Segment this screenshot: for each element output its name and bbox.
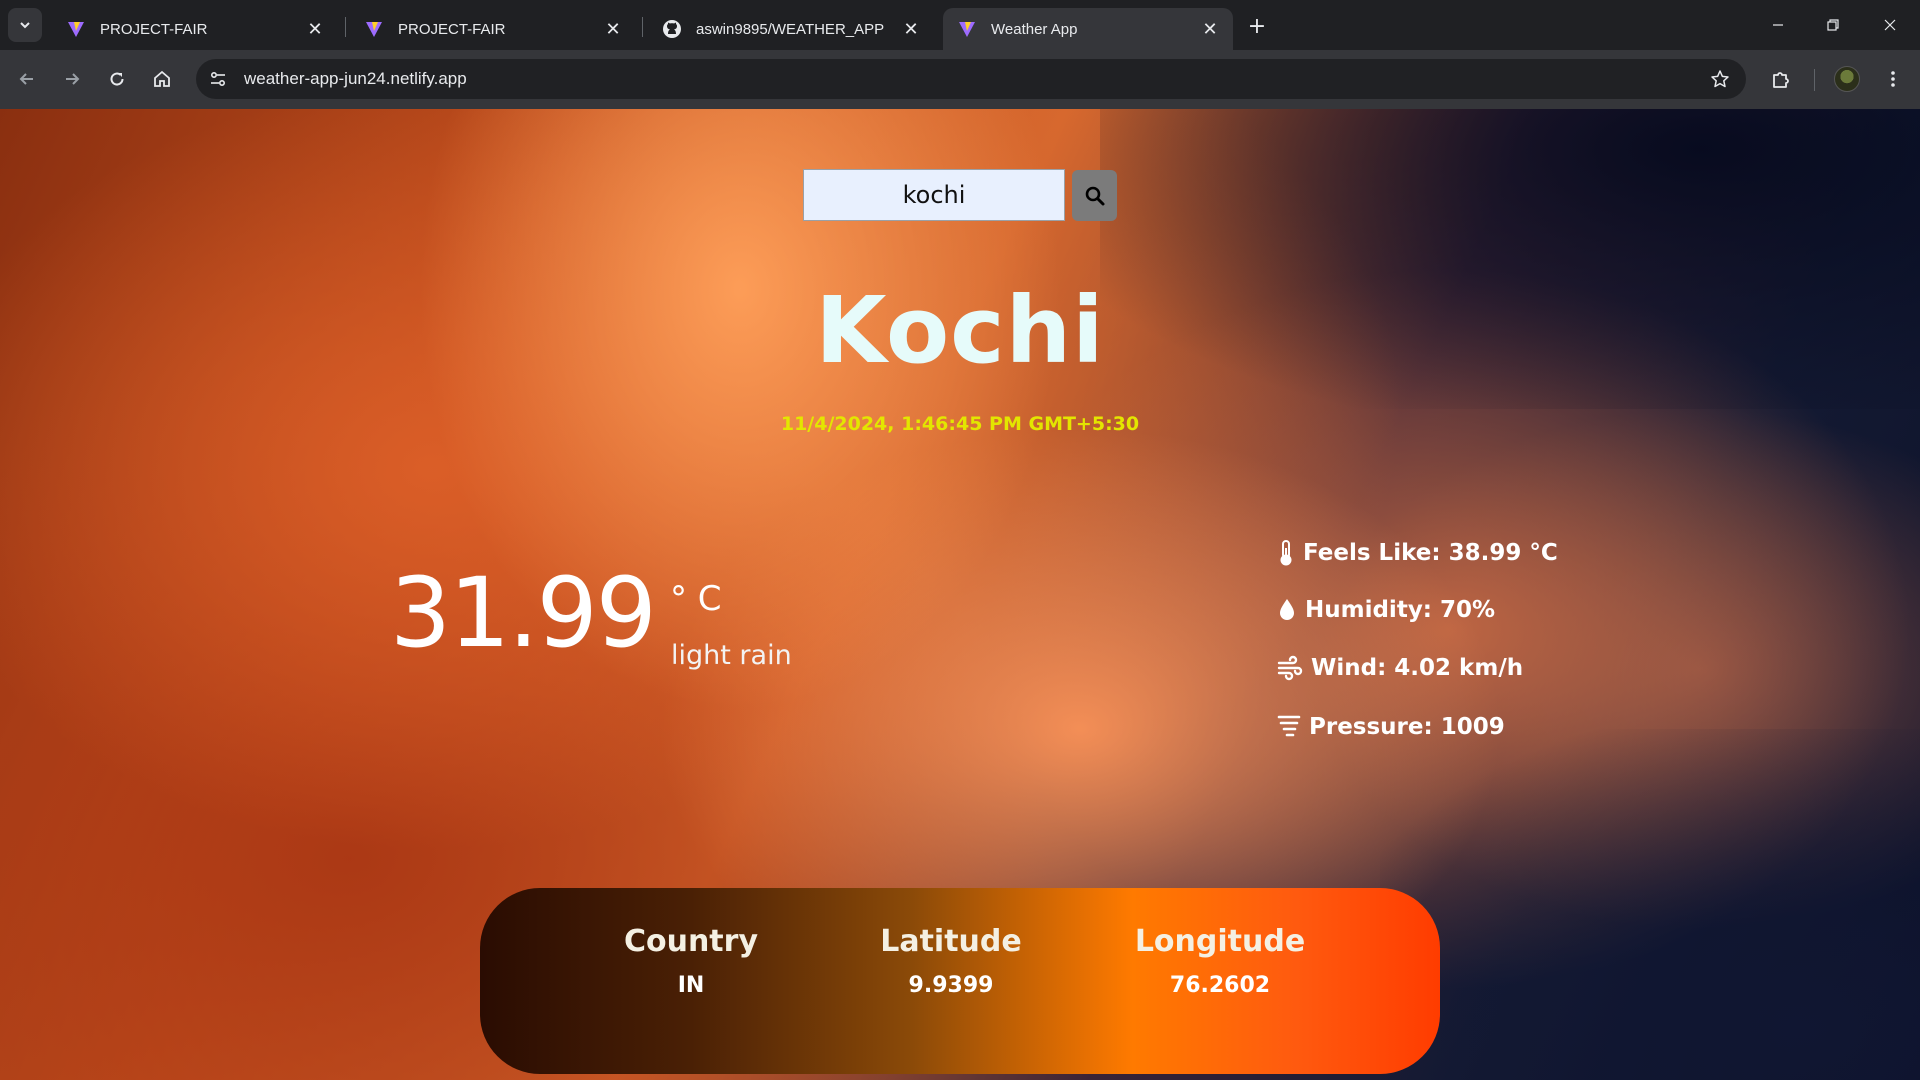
- feels-like-stat: Feels Like: 38.99 °C: [1277, 539, 1558, 567]
- back-button[interactable]: [10, 62, 44, 96]
- tornado-icon: [1277, 715, 1301, 737]
- feels-like-text: Feels Like: 38.99 °C: [1303, 540, 1558, 566]
- weather-app-page: kochi Kochi 11/4/2024, 1:46:45 PM GMT+5:…: [0, 109, 1920, 1080]
- search-button[interactable]: [1072, 170, 1117, 221]
- menu-button[interactable]: [1876, 62, 1910, 96]
- wind-icon: [1277, 655, 1303, 681]
- chevron-down-icon: [20, 22, 30, 29]
- tab-title: PROJECT-FAIR: [398, 20, 506, 38]
- reload-icon: [110, 72, 124, 86]
- forward-button[interactable]: [55, 62, 89, 96]
- home-button[interactable]: [145, 62, 179, 96]
- latitude-value: 9.9399: [908, 973, 994, 998]
- tab-separator: [642, 17, 643, 37]
- more-vert-icon: [1891, 71, 1895, 87]
- minimize-button[interactable]: [1758, 10, 1798, 40]
- vite-logo-icon: [68, 22, 84, 37]
- close-icon: [1884, 19, 1896, 31]
- longitude-value: 76.2602: [1169, 973, 1271, 998]
- tab-title: aswin9895/WEATHER_APP: [696, 20, 885, 38]
- tune-icon: [210, 71, 226, 87]
- profile-avatar[interactable]: [1834, 66, 1860, 92]
- site-info-button[interactable]: [200, 61, 236, 97]
- wind-stat: Wind: 4.02 km/h: [1277, 655, 1523, 681]
- city-search-input[interactable]: kochi: [803, 169, 1065, 221]
- local-datetime: 11/4/2024, 1:46:45 PM GMT+5:30: [780, 413, 1140, 435]
- tab-title: PROJECT-FAIR: [100, 20, 208, 38]
- pressure-text: Pressure: 1009: [1309, 714, 1505, 740]
- temperature-value: 31.99: [390, 557, 657, 669]
- reload-button[interactable]: [100, 62, 134, 96]
- location-info-panel: Country IN Latitude 9.9399 Longitude 76.…: [480, 888, 1440, 1074]
- water-drop-icon: [1280, 599, 1294, 620]
- close-tab-icon[interactable]: ✕: [1197, 16, 1223, 42]
- vite-logo-icon: [366, 22, 382, 37]
- arrow-left-icon: [19, 73, 33, 85]
- weather-description: light rain: [671, 640, 792, 671]
- tab-project-fair-1[interactable]: PROJECT-FAIR ✕: [52, 8, 338, 50]
- vite-logo-icon: [959, 22, 975, 37]
- toolbar-divider: [1814, 69, 1815, 91]
- browser-tabstrip: PROJECT-FAIR ✕ PROJECT-FAIR ✕ aswin9895/…: [0, 0, 1920, 50]
- humidity-text: Humidity: 70%: [1305, 597, 1496, 623]
- bookmark-button[interactable]: [1702, 61, 1738, 97]
- url-text: weather-app-jun24.netlify.app: [244, 69, 467, 88]
- tab-separator: [345, 17, 346, 37]
- pressure-stat: Pressure: 1009: [1277, 713, 1505, 741]
- restore-button[interactable]: [1813, 10, 1853, 40]
- tab-title: Weather App: [991, 20, 1078, 38]
- github-icon: [663, 20, 681, 38]
- humidity-stat: Humidity: 70%: [1277, 597, 1495, 623]
- background-sky: [1380, 729, 1920, 1080]
- extensions-button[interactable]: [1764, 62, 1798, 96]
- thermometer-icon: [1280, 540, 1292, 566]
- close-tab-icon[interactable]: ✕: [898, 16, 924, 42]
- home-icon: [154, 70, 170, 87]
- tab-search-button[interactable]: [8, 8, 42, 42]
- wind-text: Wind: 4.02 km/h: [1311, 655, 1524, 681]
- close-tab-icon[interactable]: ✕: [302, 16, 328, 42]
- tab-github-weather-app[interactable]: aswin9895/WEATHER_APP ✕: [648, 8, 934, 50]
- new-tab-button[interactable]: +: [1243, 12, 1271, 40]
- tab-project-fair-2[interactable]: PROJECT-FAIR ✕: [350, 8, 636, 50]
- puzzle-icon: [1773, 72, 1789, 88]
- latitude-label: Latitude: [880, 924, 1022, 959]
- browser-toolbar: weather-app-jun24.netlify.app: [0, 50, 1920, 109]
- country-column: Country IN: [581, 924, 801, 998]
- longitude-label: Longitude: [1134, 924, 1306, 959]
- country-label: Country: [623, 924, 759, 959]
- close-tab-icon[interactable]: ✕: [600, 16, 626, 42]
- tab-weather-app[interactable]: Weather App ✕: [943, 8, 1233, 50]
- country-value: IN: [677, 973, 705, 998]
- restore-icon: [1827, 19, 1839, 31]
- address-bar[interactable]: weather-app-jun24.netlify.app: [196, 59, 1746, 99]
- close-window-button[interactable]: [1870, 10, 1910, 40]
- longitude-column: Longitude 76.2602: [1110, 924, 1330, 998]
- star-icon: [1711, 70, 1729, 88]
- temperature-unit: ° C: [670, 579, 722, 619]
- search-icon: [1085, 186, 1104, 205]
- arrow-right-icon: [66, 73, 80, 85]
- latitude-column: Latitude 9.9399: [841, 924, 1061, 998]
- city-name: Kochi: [815, 277, 1105, 384]
- minimize-icon: [1773, 24, 1783, 26]
